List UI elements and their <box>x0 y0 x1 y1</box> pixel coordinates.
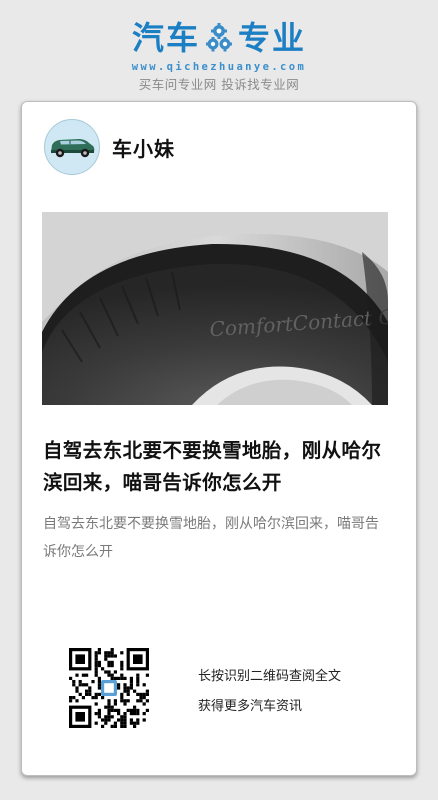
qr-code-icon[interactable] <box>69 648 149 728</box>
brand-word-left: 汽车 <box>131 19 200 57</box>
brand-header: 汽车 专业 www.qichezhuanye.com 买车问专业网 投诉找专业网 <box>0 18 438 93</box>
qr-hint-line1: 长按识别二维码查阅全文 <box>198 669 342 684</box>
brand-url: www.qichezhuanye.com <box>131 61 307 73</box>
car-avatar-icon <box>44 119 100 175</box>
qr-hint: 长按识别二维码查阅全文 获得更多汽车资讯 <box>198 662 341 722</box>
share-poster: 汽车 专业 www.qichezhuanye.com 买车问专业网 投诉找专业网… <box>0 0 438 800</box>
author-name: 车小妹 <box>112 136 175 161</box>
qr-hint-line2: 获得更多汽车资讯 <box>198 699 303 714</box>
author-row: 车小妹 <box>44 118 175 176</box>
article-summary: 自驾去东北要不要换雪地胎，刚从哈尔滨回来，喵哥告诉你怎么开 <box>43 516 379 560</box>
article-title[interactable]: 自驾去东北要不要换雪地胎，刚从哈尔滨回来，喵哥告诉你怎么开 <box>43 435 399 499</box>
brand-logo: 汽车 专业 <box>0 18 438 58</box>
brand-slogan: 买车问专业网 投诉找专业网 <box>138 77 300 92</box>
gear-icon <box>206 23 232 53</box>
brand-word-right: 专业 <box>238 19 307 57</box>
article-card: 车小妹 ComfortContact 自驾去东北要不要换雪地胎，刚从哈尔滨回来，… <box>21 101 417 776</box>
cover-image[interactable]: ComfortContact CC6 <box>42 212 388 405</box>
